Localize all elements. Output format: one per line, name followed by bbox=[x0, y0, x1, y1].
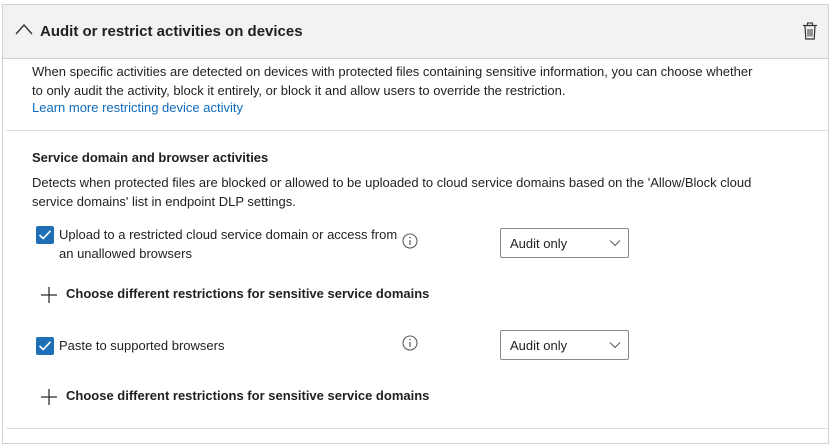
panel-header[interactable]: Audit or restrict activities on devices bbox=[3, 5, 828, 59]
upload-restricted-checkbox[interactable] bbox=[36, 226, 54, 244]
paste-browsers-action-dropdown[interactable]: Audit only bbox=[500, 330, 629, 360]
upload-restricted-label: Upload to a restricted cloud service dom… bbox=[59, 227, 398, 261]
paste-browsers-checkbox[interactable] bbox=[36, 337, 54, 355]
divider bbox=[6, 428, 829, 429]
delete-icon[interactable] bbox=[802, 22, 818, 40]
chevron-down-icon bbox=[609, 240, 621, 247]
checkmark-icon bbox=[38, 341, 52, 351]
info-icon[interactable] bbox=[402, 233, 418, 249]
divider bbox=[6, 130, 829, 131]
section-title: Service domain and browser activities bbox=[32, 150, 269, 165]
panel-title: Audit or restrict activities on devices bbox=[40, 23, 303, 40]
upload-restricted-action-dropdown[interactable]: Audit only bbox=[500, 228, 629, 258]
paste-browsers-label: Paste to supported browsers bbox=[59, 338, 225, 353]
chevron-down-icon bbox=[609, 342, 621, 349]
intro-text: When specific activities are detected on… bbox=[32, 64, 753, 98]
choose-restrictions-label: Choose different restrictions for sensit… bbox=[66, 388, 430, 403]
chevron-up-icon[interactable] bbox=[15, 23, 33, 35]
plus-icon bbox=[41, 287, 57, 303]
learn-more-link[interactable]: Learn more restricting device activity bbox=[32, 100, 243, 115]
checkmark-icon bbox=[38, 230, 52, 240]
choose-restrictions-label: Choose different restrictions for sensit… bbox=[66, 286, 430, 301]
info-icon[interactable] bbox=[402, 335, 418, 351]
dropdown-value: Audit only bbox=[510, 338, 568, 353]
section-description: Detects when protected files are blocked… bbox=[32, 175, 752, 209]
plus-icon bbox=[41, 389, 57, 405]
dropdown-value: Audit only bbox=[510, 236, 568, 251]
